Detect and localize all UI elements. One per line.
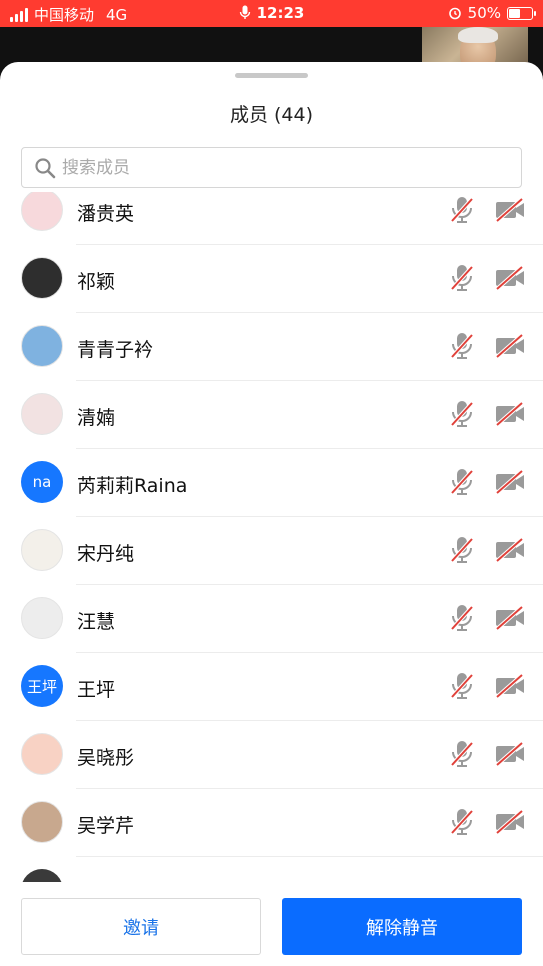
member-row[interactable]: 潘贵英 — [0, 192, 543, 245]
member-row[interactable]: 清婻 — [0, 381, 543, 449]
member-name: 宋丹纯 — [77, 543, 135, 565]
microphone-icon — [239, 5, 250, 19]
alarm-icon — [448, 7, 461, 20]
video-off-icon[interactable] — [494, 401, 526, 427]
microphone-muted-icon[interactable] — [448, 603, 476, 633]
member-name: 芮莉莉Raina — [77, 475, 188, 497]
microphone-muted-icon[interactable] — [448, 739, 476, 769]
row-divider — [76, 856, 543, 857]
video-off-icon[interactable] — [494, 605, 526, 631]
avatar — [21, 257, 63, 299]
avatar — [21, 733, 63, 775]
avatar — [21, 597, 63, 639]
member-name: 祁颖 — [77, 271, 116, 293]
video-off-icon[interactable] — [494, 809, 526, 835]
footer-bar: 邀请 解除静音 — [0, 882, 543, 966]
microphone-muted-icon[interactable] — [448, 331, 476, 361]
invite-button[interactable]: 邀请 — [21, 898, 261, 955]
member-row[interactable]: 吴晓彤 — [0, 721, 543, 789]
sheet-title: 成员 (44) — [229, 104, 314, 126]
member-name: 青青子衿 — [77, 339, 154, 361]
microphone-muted-icon[interactable] — [448, 671, 476, 701]
member-row[interactable]: 祁颖 — [0, 245, 543, 313]
member-list: 潘贵英祁颖青青子衿清婻 na 芮莉莉Raina 宋丹纯汪慧王坪 王坪吴晓彤吴学芹 — [0, 192, 543, 882]
search-icon — [35, 157, 56, 178]
microphone-muted-icon[interactable] — [448, 807, 476, 837]
video-off-icon[interactable] — [494, 197, 526, 223]
avatar — [21, 192, 63, 231]
avatar — [21, 325, 63, 367]
member-name: 清婻 — [77, 407, 116, 429]
microphone-muted-icon[interactable] — [448, 195, 476, 225]
avatar: 王坪 — [21, 665, 63, 707]
avatar — [21, 801, 63, 843]
member-row[interactable]: 宋丹纯 — [0, 517, 543, 585]
sheet-drag-handle[interactable] — [235, 73, 308, 78]
microphone-muted-icon[interactable] — [448, 535, 476, 565]
microphone-muted-icon[interactable] — [448, 399, 476, 429]
member-row[interactable]: 吴学芹 — [0, 789, 543, 857]
video-off-icon[interactable] — [494, 469, 526, 495]
search-input[interactable] — [62, 157, 502, 178]
microphone-muted-icon[interactable] — [448, 263, 476, 293]
member-name: 潘贵英 — [77, 203, 135, 225]
status-bar: 中国移动 4G 12:23 50% — [0, 0, 543, 27]
member-row[interactable]: 汪慧 — [0, 585, 543, 653]
avatar — [21, 529, 63, 571]
avatar — [21, 393, 63, 435]
member-name: 吴晓彤 — [77, 747, 135, 769]
search-bar[interactable] — [21, 147, 522, 188]
video-off-icon[interactable] — [494, 265, 526, 291]
participants-sheet: 成员 (44) 潘贵英祁颖青青子衿清婻 na 芮莉莉Raina 宋丹纯汪慧王坪王坪吴晓… — [0, 62, 543, 966]
member-row[interactable]: 王坪 王坪 — [0, 653, 543, 721]
avatar: na — [21, 461, 63, 503]
video-off-icon[interactable] — [494, 537, 526, 563]
member-name: 王坪 — [77, 679, 116, 701]
member-name: 汪慧 — [77, 611, 116, 633]
unmute-button[interactable]: 解除静音 — [282, 898, 522, 955]
microphone-muted-icon[interactable] — [448, 467, 476, 497]
battery-icon — [507, 6, 536, 20]
video-off-icon[interactable] — [494, 741, 526, 767]
avatar — [21, 869, 63, 882]
member-row[interactable]: na 芮莉莉Raina — [0, 449, 543, 517]
member-row[interactable]: 青青子衿 — [0, 313, 543, 381]
battery-percent: 50% — [467, 4, 501, 22]
video-off-icon[interactable] — [494, 673, 526, 699]
video-off-icon[interactable] — [494, 333, 526, 359]
member-name: 吴学芹 — [77, 815, 135, 837]
clock-time: 12:23 — [256, 4, 305, 22]
